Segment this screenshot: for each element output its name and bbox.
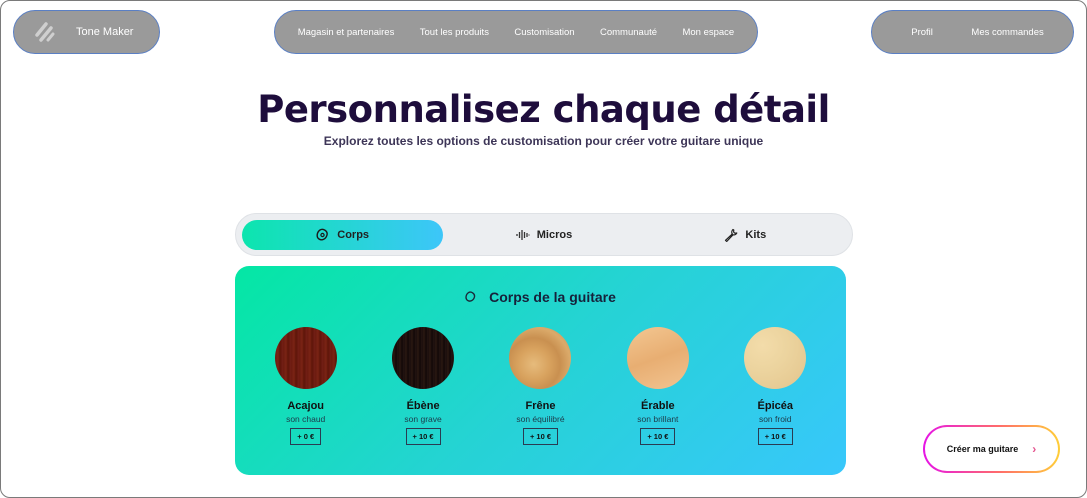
- wood-option-acajou[interactable]: Acajou son chaud + 0 €: [256, 327, 356, 445]
- wood-description: son chaud: [286, 414, 326, 424]
- tab-label: Corps: [337, 228, 370, 241]
- wood-price-badge: + 10 €: [405, 428, 441, 445]
- body-options-panel: Corps de la guitare Acajou son chaud + 0…: [235, 266, 846, 475]
- guitar-body-icon: [316, 228, 330, 242]
- wood-description: son grave: [404, 414, 442, 424]
- wood-description: son équilibré: [516, 414, 565, 424]
- waveform-icon: [516, 229, 530, 241]
- wood-name: Acajou: [287, 400, 325, 412]
- nav-item-commandes[interactable]: Mes commandes: [971, 27, 1043, 38]
- brand-pill[interactable]: Tone Maker: [13, 10, 160, 54]
- acajou-swatch[interactable]: [274, 327, 337, 389]
- frene-swatch[interactable]: [509, 327, 572, 389]
- tab-kits[interactable]: Kits: [645, 220, 846, 250]
- nav-item-mon-espace[interactable]: Mon espace: [682, 27, 734, 38]
- erable-swatch[interactable]: [626, 327, 689, 389]
- brand-name: Tone Maker: [76, 26, 134, 38]
- nav-item-customisation[interactable]: Customisation: [514, 27, 574, 38]
- tab-micros[interactable]: Micros: [443, 220, 644, 250]
- create-guitar-button[interactable]: Créer ma guitare ›: [923, 425, 1060, 473]
- wood-option-epicea[interactable]: Épicéa son froid + 10 €: [725, 327, 825, 445]
- wrench-icon: [724, 228, 738, 242]
- tab-label: Micros: [536, 228, 573, 241]
- panel-title: Corps de la guitare: [489, 289, 616, 305]
- tab-label: Kits: [745, 228, 767, 241]
- epicea-swatch[interactable]: [744, 327, 807, 389]
- nav-item-communaute[interactable]: Communauté: [600, 27, 657, 38]
- wood-options: Acajou son chaud + 0 € Ébène son grave +…: [235, 327, 846, 445]
- wood-name: Ébène: [406, 400, 440, 412]
- wood-description: son brillant: [637, 414, 679, 424]
- nav-item-magasin[interactable]: Magasin et partenaires: [298, 27, 395, 38]
- wood-price-badge: + 10 €: [522, 428, 558, 445]
- wood-option-erable[interactable]: Érable son brillant + 10 €: [608, 327, 708, 445]
- wood-option-frene[interactable]: Frêne son équilibré + 10 €: [490, 327, 590, 445]
- wood-price-badge: + 0 €: [290, 428, 322, 445]
- create-guitar-label: Créer ma guitare: [946, 444, 1019, 454]
- wood-name: Épicéa: [757, 400, 793, 412]
- create-guitar-button-inner: Créer ma guitare ›: [925, 427, 1058, 471]
- tone-maker-logo-icon: [35, 22, 55, 42]
- account-nav: Profil Mes commandes: [871, 10, 1074, 54]
- wood-price-badge: + 10 €: [640, 428, 676, 445]
- wood-name: Érable: [641, 400, 675, 412]
- nav-item-produits[interactable]: Tout les produits: [420, 27, 489, 38]
- main-nav: Magasin et partenaires Tout les produits…: [274, 10, 758, 54]
- tab-corps[interactable]: Corps: [242, 219, 444, 250]
- wood-option-ebene[interactable]: Ébène son grave + 10 €: [373, 327, 473, 445]
- wood-description: son froid: [758, 414, 792, 424]
- customisation-tabs: Corps Micros Kits: [235, 213, 853, 256]
- wood-name: Frêne: [525, 400, 556, 412]
- panel-header: Corps de la guitare: [235, 289, 846, 305]
- guitar-body-icon: [465, 291, 477, 303]
- page-subtitle: Explorez toutes les options de customisa…: [323, 134, 764, 148]
- page-title: Personnalisez chaque détail: [257, 88, 830, 131]
- nav-item-profil[interactable]: Profil: [911, 27, 933, 38]
- chevron-right-icon: ›: [1032, 442, 1037, 456]
- ebene-swatch[interactable]: [392, 327, 455, 389]
- wood-price-badge: + 10 €: [757, 428, 793, 445]
